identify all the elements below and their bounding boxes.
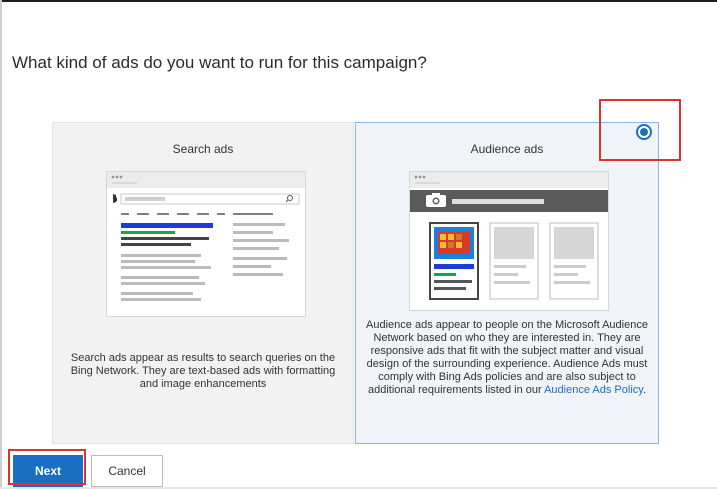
- audience-ads-policy-link[interactable]: Audience Ads Policy: [544, 384, 643, 396]
- option-description: Audience ads appear to people on the Mic…: [366, 319, 648, 397]
- window-left-edge: [0, 0, 2, 489]
- option-title: Search ads: [172, 142, 234, 156]
- page-title: What kind of ads do you want to run for …: [12, 53, 427, 72]
- description-suffix: .: [642, 384, 647, 396]
- next-highlight-box: [8, 449, 86, 485]
- bing-logo-icon: [113, 194, 117, 203]
- option-description: Search ads appear as results to search q…: [70, 352, 336, 390]
- window-top-edge: [0, 0, 717, 2]
- search-ads-illustration: [106, 171, 306, 317]
- cancel-button[interactable]: Cancel: [91, 455, 163, 487]
- radio-highlight-box: [599, 99, 681, 161]
- audience-ads-illustration: [409, 171, 609, 311]
- search-ads-option[interactable]: Search ads Search ads appear as results …: [52, 122, 354, 444]
- audience-ads-option[interactable]: Audience ads Audience ads appear to peop…: [355, 122, 659, 444]
- camera-icon: [426, 193, 446, 207]
